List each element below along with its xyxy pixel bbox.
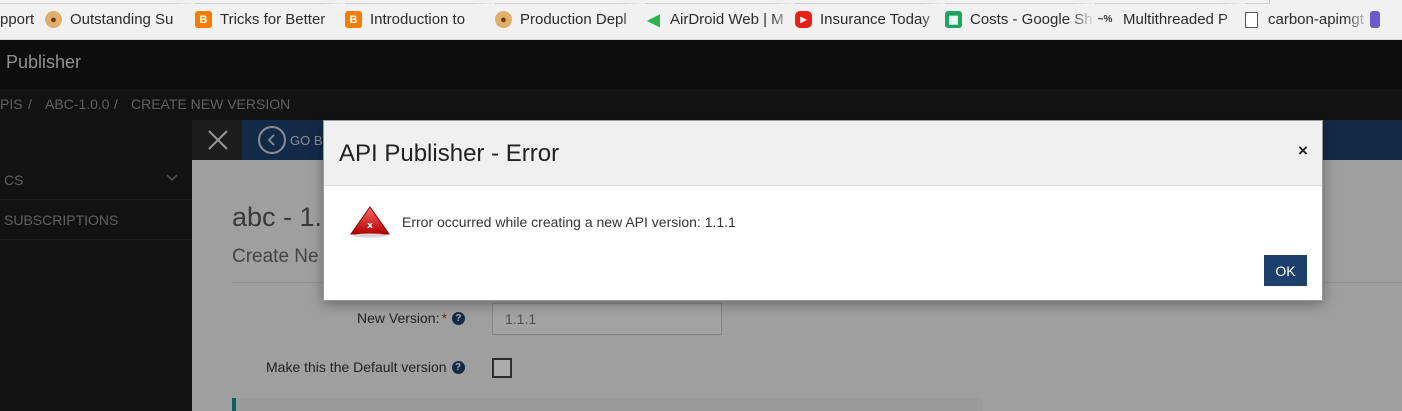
page-icon xyxy=(1245,11,1258,28)
bookmark-airdroid[interactable]: ◀ AirDroid Web | M xyxy=(645,0,795,39)
bookmark-overflow[interactable] xyxy=(1370,0,1382,39)
tilde-percent-icon: ~% xyxy=(1097,14,1113,25)
bookmark-label: pport xyxy=(0,11,35,28)
bookmark-label: Introduction to xyxy=(370,11,466,28)
dialog-header: API Publisher - Error × xyxy=(324,121,1322,186)
airdroid-icon: ◀ xyxy=(647,11,660,29)
svg-text:x: x xyxy=(367,221,373,231)
bug-icon: ● xyxy=(45,11,62,28)
bookmark-label: Multithreaded P xyxy=(1123,11,1229,28)
blogger-icon: B xyxy=(195,11,212,28)
bug-icon: ● xyxy=(495,11,512,28)
error-icon: x xyxy=(350,206,390,238)
bookmark-costs[interactable]: ▦ Costs - Google Sh xyxy=(945,0,1095,39)
bookmark-multithreaded[interactable]: ~% Multithreaded P xyxy=(1095,0,1245,39)
error-dialog: API Publisher - Error × x Error occurred… xyxy=(323,120,1323,301)
youtube-icon: ▶ xyxy=(795,11,812,28)
dialog-message: Error occurred while creating a new API … xyxy=(402,214,736,230)
bookmark-tricks[interactable]: B Tricks for Better xyxy=(195,0,345,39)
dialog-title: API Publisher - Error xyxy=(339,140,560,167)
bookmark-production[interactable]: ● Production Depl xyxy=(495,0,645,39)
bookmark-outstanding[interactable]: ● Outstanding Su xyxy=(45,0,195,39)
ok-button[interactable]: OK xyxy=(1264,255,1307,286)
sheets-icon: ▦ xyxy=(945,11,962,28)
bookmark-insurance[interactable]: ▶ Insurance Today xyxy=(795,0,945,39)
bookmark-label: AirDroid Web | M xyxy=(670,11,784,28)
bookmark-support[interactable]: pport xyxy=(0,0,45,39)
bookmarks-bar: pport ● Outstanding Su B Tricks for Bett… xyxy=(0,0,1402,40)
bookmark-label: Insurance Today xyxy=(820,11,930,28)
bookmark-label: Tricks for Better xyxy=(220,11,326,28)
dialog-close-button[interactable]: × xyxy=(1294,141,1312,161)
bookmark-introduction[interactable]: B Introduction to xyxy=(345,0,495,39)
bookmark-label: Outstanding Su xyxy=(70,11,174,28)
bookmark-label: Production Depl xyxy=(520,11,627,28)
extension-icon xyxy=(1370,11,1380,28)
bookmark-carbon[interactable]: carbon-apimgt [ xyxy=(1245,0,1370,39)
blogger-icon: B xyxy=(345,11,362,28)
